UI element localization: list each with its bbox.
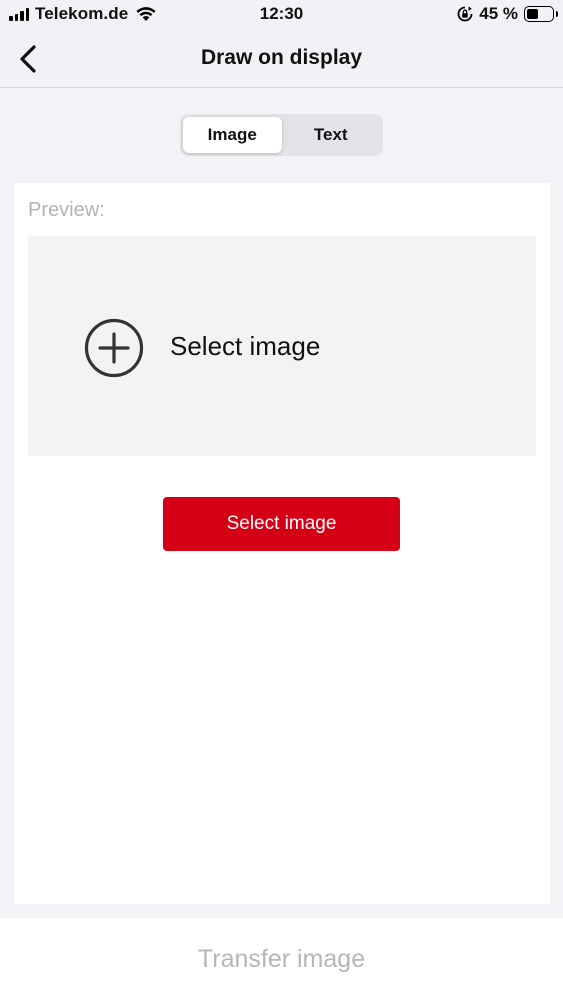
preview-area[interactable]: Select image [28, 236, 536, 456]
screen: Telekom.de 12:30 45 % Draw on display Im… [0, 0, 563, 1000]
transfer-image-button[interactable]: Transfer image [198, 945, 365, 974]
page-title: Draw on display [200, 46, 363, 69]
segment-text[interactable]: Text [282, 117, 381, 153]
preview-select-label: Select image [170, 331, 321, 361]
status-bar: Telekom.de 12:30 45 % [0, 0, 563, 30]
content-card: Preview: Select image Select image [14, 183, 550, 904]
bottom-bar: Transfer image [0, 918, 563, 1000]
status-right: 45 % [457, 4, 558, 24]
battery-icon [524, 6, 558, 22]
navigation-bar: Draw on display [0, 30, 563, 88]
battery-fill [527, 9, 538, 19]
rotation-lock-icon [457, 6, 473, 22]
mode-segmented-control: Image Text [180, 114, 383, 156]
segment-image[interactable]: Image [183, 117, 282, 153]
battery-percent: 45 % [479, 4, 518, 23]
preview-label: Preview: [28, 199, 105, 221]
add-circle-icon [84, 318, 144, 378]
select-image-button[interactable]: Select image [163, 497, 400, 551]
